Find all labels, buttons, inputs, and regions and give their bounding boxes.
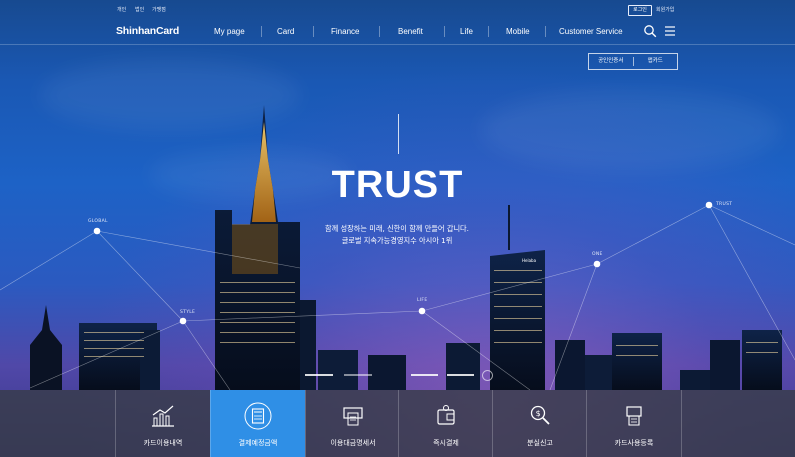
quick-card-register[interactable]: 카드사용등록 bbox=[586, 390, 682, 457]
network-label-style: STYLE bbox=[180, 310, 196, 315]
nav-item-mobile[interactable]: Mobile bbox=[506, 27, 530, 36]
quick-card-usage-label: 카드이용내역 bbox=[143, 439, 183, 447]
quick-menu-bar: 카드이용내역 결제예정금액 이용대금명세서 즉시결제 $ 분실신고 카드사용등록 bbox=[0, 390, 795, 457]
menu-icon[interactable] bbox=[663, 24, 677, 38]
svg-text:Helaba: Helaba bbox=[522, 258, 537, 263]
quick-statement-label: 이용대금명세서 bbox=[330, 439, 376, 447]
utility-link-merchant[interactable]: 가맹점 bbox=[152, 6, 166, 13]
main-nav: ShinhanCard My page Card Finance Benefit… bbox=[0, 18, 795, 45]
hero-subtitle-2: 글로벌 지속가능경영지수 아시아 1위 bbox=[341, 236, 453, 245]
nav-item-life[interactable]: Life bbox=[460, 27, 473, 36]
quick-card-usage[interactable]: 카드이용내역 bbox=[115, 390, 210, 457]
cert-button-group: 공인인증서 앱카드 bbox=[588, 53, 678, 70]
quick-lost-report-label: 분실신고 bbox=[527, 439, 553, 447]
utility-bar: 개인 법인 가맹점 로그인 회원가입 bbox=[0, 0, 795, 18]
search-icon[interactable] bbox=[643, 24, 657, 38]
utility-link-personal[interactable]: 개인 bbox=[117, 6, 126, 13]
login-button[interactable]: 로그인 bbox=[628, 5, 652, 16]
app-card-button[interactable]: 앱카드 bbox=[634, 54, 678, 69]
statement-icon bbox=[343, 407, 363, 426]
quick-payment-due[interactable]: 결제예정금액 bbox=[210, 390, 305, 457]
hero-subtitle-1: 함께 성장하는 미래, 신한이 함께 만들어 갑니다. bbox=[325, 224, 469, 233]
hero-title: TRUST bbox=[331, 164, 464, 206]
network-label-one: ONE bbox=[592, 252, 603, 257]
nav-separator bbox=[545, 26, 546, 37]
public-cert-button[interactable]: 공인인증서 bbox=[589, 54, 633, 69]
network-node bbox=[179, 317, 187, 325]
network-node bbox=[705, 201, 713, 209]
quick-payment-due-label: 결제예정금액 bbox=[238, 439, 278, 447]
brand-logo[interactable]: ShinhanCard bbox=[116, 25, 179, 37]
slide-indicator[interactable] bbox=[447, 374, 474, 376]
quick-instant-pay[interactable]: 즉시결제 bbox=[398, 390, 493, 457]
nav-item-benefit[interactable]: Benefit bbox=[398, 27, 423, 36]
svg-text:$: $ bbox=[536, 409, 541, 418]
main-page: Helaba GLOBAL STYLE LIFE ONE TRUST 개인 법인… bbox=[0, 0, 795, 457]
join-link[interactable]: 회원가입 bbox=[656, 6, 674, 13]
nav-separator bbox=[379, 26, 380, 37]
nav-item-finance[interactable]: Finance bbox=[331, 27, 359, 36]
slide-indicator[interactable] bbox=[344, 374, 372, 376]
network-label-trust: TRUST bbox=[716, 202, 733, 207]
wallet-icon bbox=[437, 405, 455, 425]
search-coin-icon: $ bbox=[530, 405, 550, 425]
slide-pause-button[interactable] bbox=[482, 370, 493, 381]
nav-separator bbox=[444, 26, 445, 37]
utility-link-corporate[interactable]: 법인 bbox=[135, 6, 144, 13]
nav-item-customer-service[interactable]: Customer Service bbox=[559, 27, 623, 36]
card-register-icon bbox=[626, 406, 642, 426]
hero-divider-line bbox=[398, 114, 399, 154]
network-node bbox=[593, 260, 601, 268]
quick-statement[interactable]: 이용대금명세서 bbox=[305, 390, 400, 457]
quick-card-register-label: 카드사용등록 bbox=[614, 439, 654, 447]
network-node bbox=[93, 227, 101, 235]
network-label-global: GLOBAL bbox=[88, 219, 108, 224]
slide-indicator[interactable] bbox=[305, 374, 333, 376]
nav-item-card[interactable]: Card bbox=[277, 27, 294, 36]
nav-separator bbox=[488, 26, 489, 37]
nav-item-mypage[interactable]: My page bbox=[214, 27, 245, 36]
network-label-life: LIFE bbox=[417, 298, 428, 303]
slide-indicator[interactable] bbox=[411, 374, 438, 376]
calculator-icon bbox=[244, 402, 272, 430]
quick-instant-pay-label: 즉시결제 bbox=[433, 439, 459, 447]
nav-separator bbox=[261, 26, 262, 37]
chart-icon bbox=[152, 405, 174, 427]
network-node bbox=[418, 307, 426, 315]
nav-separator bbox=[313, 26, 314, 37]
quick-lost-report[interactable]: $ 분실신고 bbox=[492, 390, 587, 457]
